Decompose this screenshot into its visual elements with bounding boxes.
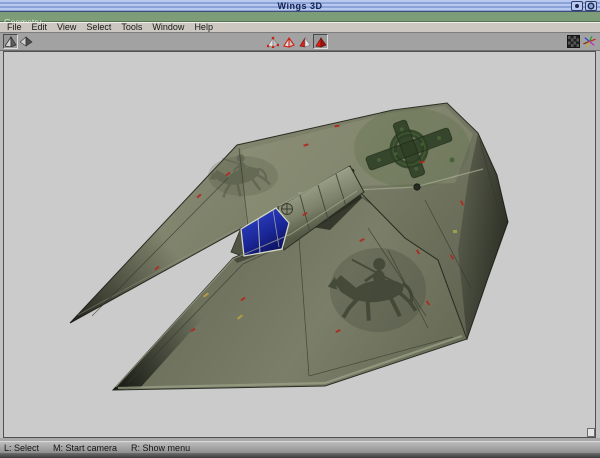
menu-file[interactable]: File (2, 23, 27, 32)
toolbar-left-group (3, 34, 34, 49)
statusbar: L: Select M: Start camera R: Show menu (0, 441, 600, 453)
axes-icon (583, 35, 596, 48)
vertex-select-icon (267, 36, 279, 48)
face-select-icon (299, 36, 311, 48)
status-middle-click: M: Start camera (53, 443, 117, 453)
window-depth-button[interactable] (571, 1, 583, 11)
viewport-3d-model (4, 52, 595, 437)
menu-help[interactable]: Help (189, 23, 218, 32)
status-right-click: R: Show menu (131, 443, 190, 453)
face-select-button[interactable] (297, 34, 312, 49)
toolbar (0, 33, 600, 51)
body-select-icon (315, 36, 327, 48)
wings3d-window: Wings 3D Geometry File Edit View Select … (0, 0, 600, 458)
edge-select-icon (283, 36, 295, 48)
dot-icon (575, 4, 579, 8)
resize-grip[interactable] (587, 428, 595, 437)
ring-icon (589, 4, 593, 8)
geometry-viewport[interactable] (3, 51, 596, 438)
menu-tools[interactable]: Tools (116, 23, 147, 32)
menu-window[interactable]: Window (147, 23, 189, 32)
split-pyramid-icon (20, 36, 33, 47)
status-left-click: L: Select (4, 443, 39, 453)
titlebar-buttons (571, 1, 597, 11)
ground-plane-toggle-button[interactable] (566, 34, 581, 49)
titlebar[interactable]: Wings 3D (0, 0, 600, 12)
toggle-button-2[interactable] (19, 34, 34, 49)
body-select-button[interactable] (313, 34, 328, 49)
selection-mode-group (265, 34, 328, 49)
toolbar-right-group (566, 34, 597, 49)
edge-select-button[interactable] (281, 34, 296, 49)
window-bottom-edge (0, 453, 600, 458)
gray-pyramid-icon (5, 36, 17, 47)
geometry-header[interactable]: Geometry (0, 12, 600, 22)
window-close-button[interactable] (585, 1, 597, 11)
window-title: Wings 3D (0, 1, 600, 11)
menu-select[interactable]: Select (81, 23, 116, 32)
toggle-button-1[interactable] (3, 34, 18, 49)
menu-view[interactable]: View (52, 23, 81, 32)
ground-grid-icon (567, 35, 580, 48)
axes-toggle-button[interactable] (582, 34, 597, 49)
vertex-select-button[interactable] (265, 34, 280, 49)
menu-edit[interactable]: Edit (27, 23, 53, 32)
menubar: File Edit View Select Tools Window Help (0, 22, 600, 33)
